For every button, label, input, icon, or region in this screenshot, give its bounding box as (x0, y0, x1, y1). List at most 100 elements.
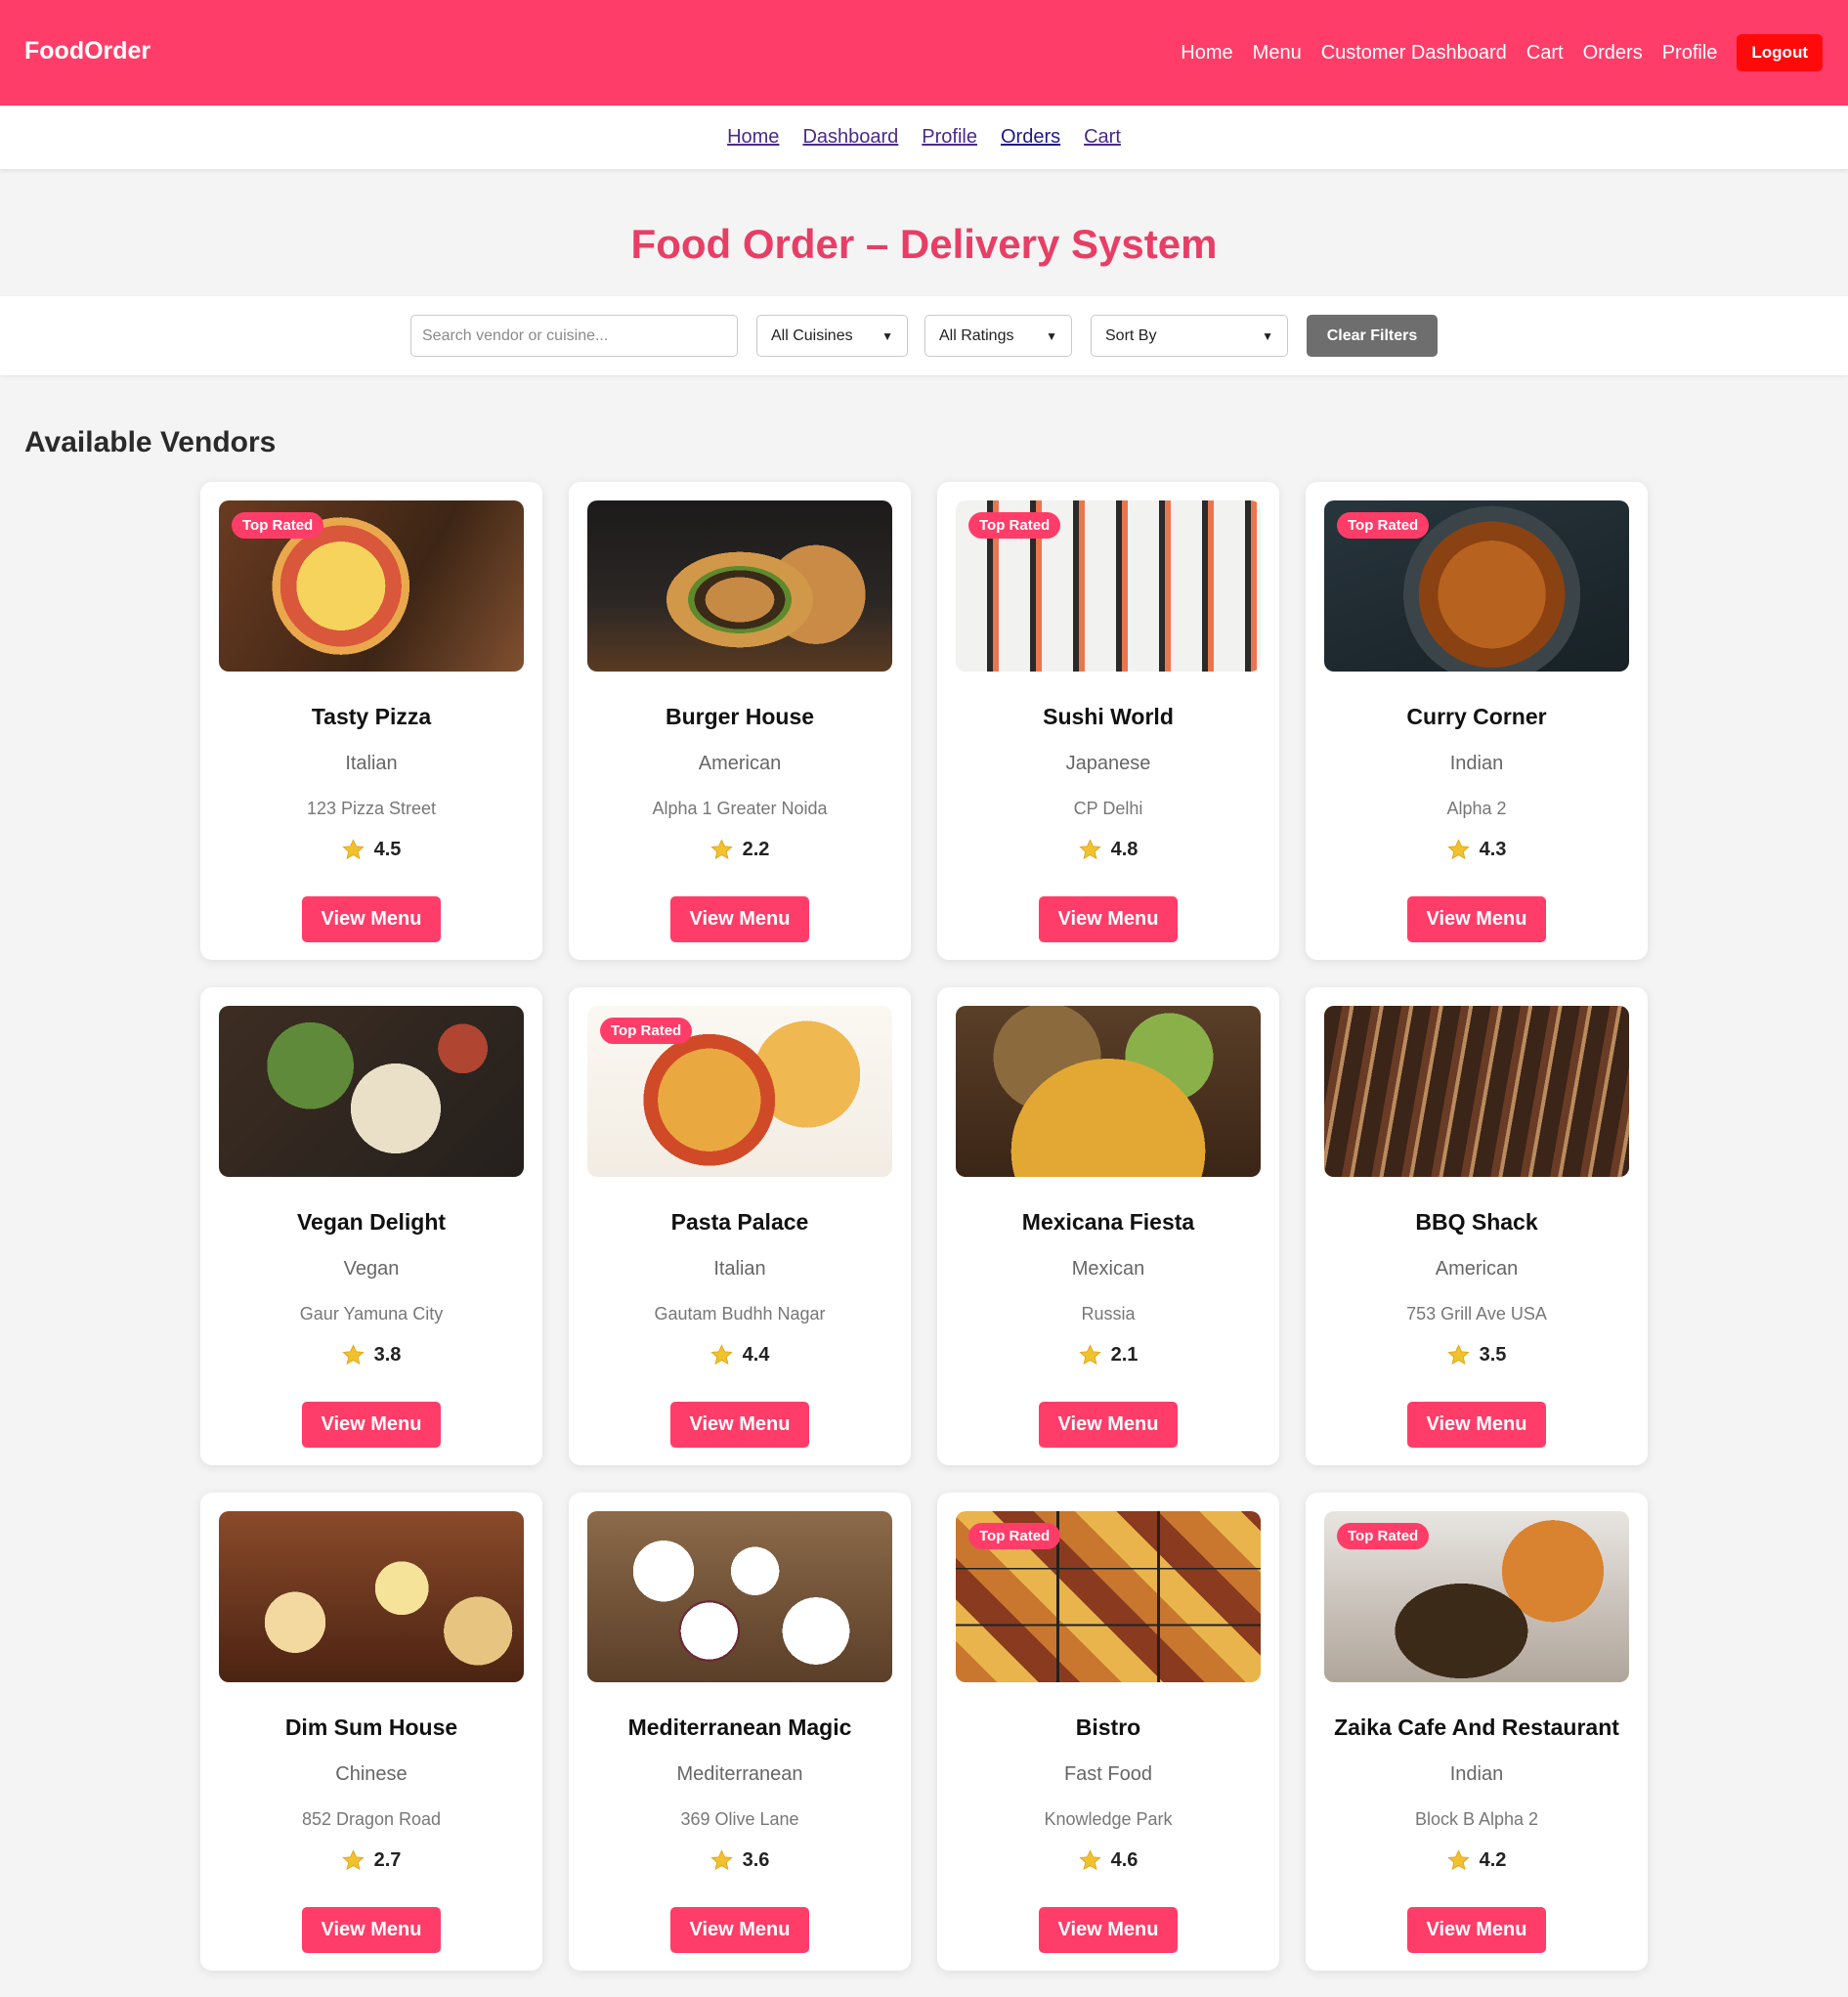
star-icon (341, 1344, 365, 1366)
food-photo (1324, 1006, 1629, 1177)
vendor-card-med: Mediterranean Magic Mediterranean 369 Ol… (569, 1493, 911, 1971)
vendor-image[interactable] (956, 1006, 1261, 1177)
nav-link-orders[interactable]: Orders (1583, 42, 1643, 65)
view-menu-button[interactable]: View Menu (302, 1402, 441, 1448)
chevron-down-icon: ▼ (1262, 328, 1273, 343)
vendor-cuisine: Japanese (1065, 753, 1151, 774)
vendor-image[interactable] (219, 1511, 524, 1682)
nav-link-profile[interactable]: Profile (1662, 42, 1718, 65)
vendor-card-bistro: Top Rated Bistro Fast Food Knowledge Par… (937, 1493, 1279, 1971)
vendor-address: Alpha 2 (1446, 799, 1507, 818)
view-menu-button[interactable]: View Menu (670, 896, 809, 942)
rating-value: 3.8 (373, 1344, 402, 1366)
view-menu-button[interactable]: View Menu (1039, 1402, 1178, 1448)
vendor-rating: 3.5 (1306, 1344, 1648, 1367)
top-rated-badge: Top Rated (1337, 1523, 1430, 1549)
subnav-link-profile[interactable]: Profile (922, 126, 977, 149)
vendor-name: Curry Corner (1406, 704, 1547, 729)
vendor-name: Tasty Pizza (311, 704, 432, 729)
vendor-address: Block B Alpha 2 (1414, 1809, 1539, 1829)
star-icon (709, 1849, 733, 1871)
vendor-card-vegan: Vegan Delight Vegan Gaur Yamuna City 3.8… (200, 987, 542, 1465)
vendor-cuisine: American (698, 753, 782, 774)
vendor-address: Alpha 1 Greater Noida (652, 799, 828, 818)
vendor-card-mex: Mexicana Fiesta Mexican Russia 2.1 View … (937, 987, 1279, 1465)
food-photo (587, 1511, 892, 1682)
vendor-cuisine: Vegan (343, 1258, 400, 1280)
vendor-rating: 4.2 (1306, 1849, 1648, 1872)
subnav-link-dashboard[interactable]: Dashboard (802, 126, 898, 149)
star-icon (1078, 839, 1101, 860)
nav-link-cart[interactable]: Cart (1526, 42, 1564, 65)
vendor-address: Gautam Budhh Nagar (654, 1304, 826, 1324)
star-icon (709, 1344, 733, 1366)
rating-value: 4.3 (1479, 839, 1507, 860)
subnav-link-cart[interactable]: Cart (1084, 126, 1121, 149)
vendor-rating: 2.7 (200, 1849, 542, 1872)
vendor-name: Mexicana Fiesta (1021, 1209, 1195, 1235)
star-icon (1446, 1344, 1470, 1366)
rating-value: 2.1 (1110, 1344, 1139, 1366)
view-menu-button[interactable]: View Menu (1039, 896, 1178, 942)
vendor-image[interactable] (1324, 1006, 1629, 1177)
view-menu-button[interactable]: View Menu (1407, 1907, 1546, 1953)
food-photo (587, 500, 892, 672)
vendor-name: Burger House (665, 704, 815, 729)
vendor-address: 123 Pizza Street (306, 799, 437, 818)
view-menu-button[interactable]: View Menu (302, 896, 441, 942)
rating-select[interactable]: All Ratings ▼ (924, 315, 1072, 357)
vendor-image[interactable]: Top Rated (1324, 1511, 1629, 1682)
logout-button[interactable]: Logout (1737, 34, 1823, 71)
view-menu-button[interactable]: View Menu (1407, 1402, 1546, 1448)
vendor-cuisine: American (1435, 1258, 1519, 1280)
star-icon (341, 1849, 365, 1871)
top-rated-badge: Top Rated (232, 512, 324, 539)
rating-select-value: All Ratings (939, 326, 1014, 344)
vendor-image[interactable]: Top Rated (956, 500, 1261, 672)
vendor-rating: 3.8 (200, 1344, 542, 1367)
nav-link-menu[interactable]: Menu (1253, 42, 1302, 65)
vendor-image[interactable] (587, 1511, 892, 1682)
search-input[interactable] (410, 315, 738, 357)
nav-link-customer-dashboard[interactable]: Customer Dashboard (1321, 42, 1507, 65)
vendor-address: Russia (1081, 1304, 1136, 1324)
nav-link-home[interactable]: Home (1181, 42, 1232, 65)
vendor-image[interactable]: Top Rated (219, 500, 524, 672)
page-title: Food Order – Delivery System (630, 221, 1218, 267)
subnav-link-home[interactable]: Home (727, 126, 779, 149)
vendor-image[interactable] (587, 500, 892, 672)
view-menu-button[interactable]: View Menu (1039, 1907, 1178, 1953)
food-photo (219, 1511, 524, 1682)
vendor-image[interactable]: Top Rated (1324, 500, 1629, 672)
top-rated-badge: Top Rated (968, 512, 1061, 539)
view-menu-button[interactable]: View Menu (1407, 896, 1546, 942)
cuisine-select[interactable]: All Cuisines ▼ (756, 315, 908, 357)
view-menu-button[interactable]: View Menu (670, 1402, 809, 1448)
brand-logo[interactable]: FoodOrder (24, 37, 150, 65)
view-menu-button[interactable]: View Menu (302, 1907, 441, 1953)
vendor-name: Mediterranean Magic (627, 1715, 852, 1740)
subnav-link-orders[interactable]: Orders (1001, 126, 1060, 149)
vendor-name: Sushi World (1043, 704, 1174, 729)
vendor-rating: 4.8 (937, 839, 1279, 861)
sort-select[interactable]: Sort By ▼ (1091, 315, 1288, 357)
rating-value: 2.2 (742, 839, 770, 860)
vendor-name: Zaika Cafe And Restaurant (1334, 1715, 1619, 1740)
rating-value: 3.5 (1479, 1344, 1507, 1366)
rating-value: 4.8 (1110, 839, 1139, 860)
vendor-image[interactable]: Top Rated (956, 1511, 1261, 1682)
vendor-card-dimsum: Dim Sum House Chinese 852 Dragon Road 2.… (200, 1493, 542, 1971)
clear-filters-button[interactable]: Clear Filters (1307, 315, 1438, 357)
vendor-address: 852 Dragon Road (301, 1809, 442, 1829)
star-icon (1446, 839, 1470, 860)
vendor-address: Knowledge Park (1044, 1809, 1173, 1829)
top-rated-badge: Top Rated (1337, 512, 1430, 539)
star-icon (1446, 1849, 1470, 1871)
rating-value: 4.5 (373, 839, 402, 860)
rating-value: 4.4 (742, 1344, 770, 1366)
top-rated-badge: Top Rated (968, 1523, 1061, 1549)
vendor-image[interactable] (219, 1006, 524, 1177)
top-navbar: FoodOrder Home Menu Customer Dashboard C… (0, 0, 1848, 106)
vendor-image[interactable]: Top Rated (587, 1006, 892, 1177)
view-menu-button[interactable]: View Menu (670, 1907, 809, 1953)
